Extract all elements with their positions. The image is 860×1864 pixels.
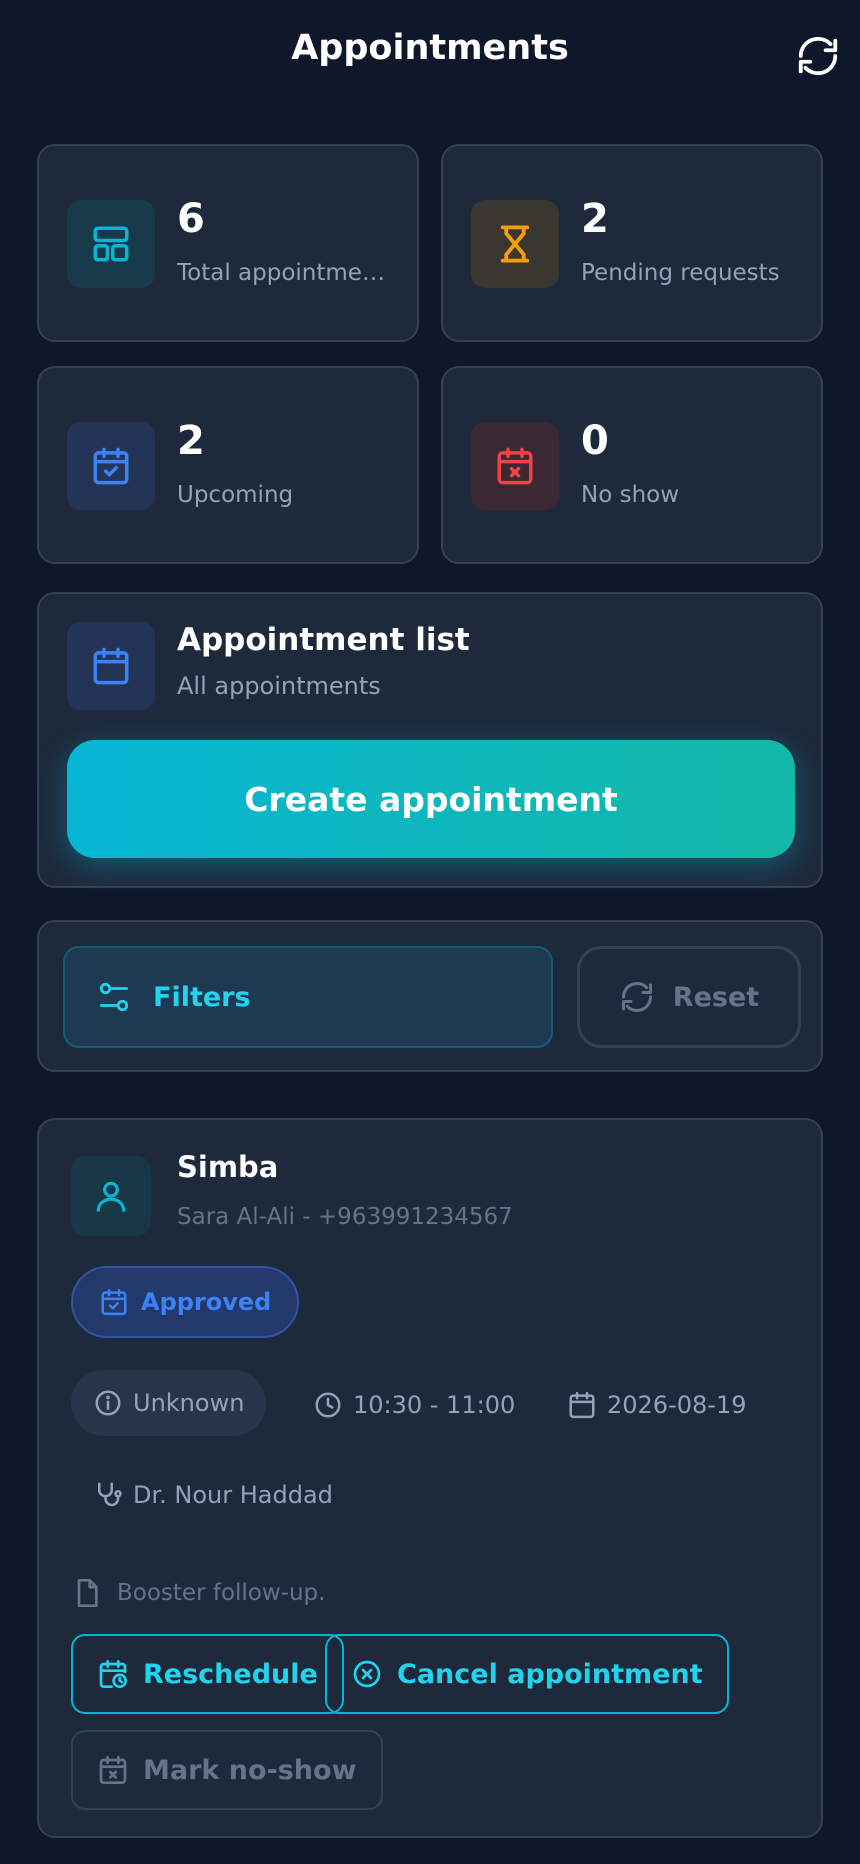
note-text: Booster follow-up. xyxy=(117,1580,326,1606)
clock-icon xyxy=(315,1392,341,1418)
refresh-button[interactable] xyxy=(790,28,846,84)
reset-button[interactable]: Reset xyxy=(577,946,801,1048)
reschedule-button[interactable]: Reschedule xyxy=(71,1634,344,1714)
page-title: Appointments xyxy=(291,28,569,68)
pending-requests-label: Pending requests xyxy=(581,260,780,286)
pending-requests-value: 2 xyxy=(581,196,609,242)
sliders-icon xyxy=(99,982,129,1012)
create-appointment-button[interactable]: Create appointment xyxy=(67,740,795,858)
calendar-check-icon xyxy=(101,1288,127,1316)
app-header: Appointments xyxy=(0,0,860,100)
reset-label: Reset xyxy=(672,981,760,1013)
cancel-appointment-label: Cancel appointment xyxy=(397,1658,703,1690)
status-badge: Approved xyxy=(71,1266,300,1338)
doctor-name: Dr. Nour Haddad xyxy=(133,1481,333,1509)
appointment-note: Booster follow-up. xyxy=(71,1568,325,1618)
refresh-icon xyxy=(621,982,652,1012)
circle-x-icon xyxy=(353,1660,381,1688)
calendar-check-icon xyxy=(67,422,155,510)
stat-card-total: 6 Total appointments xyxy=(37,144,419,342)
hourglass-icon xyxy=(471,200,559,288)
status-label: Approved xyxy=(141,1288,272,1316)
total-appointments-value: 6 xyxy=(177,196,205,242)
appointment-list-subtitle: All appointments xyxy=(177,672,381,700)
appointment-type-chip: Unknown xyxy=(71,1370,267,1436)
filters-button[interactable]: Filters xyxy=(63,946,553,1048)
calendar-x-icon xyxy=(471,422,559,510)
stat-card-upcoming: 2 Upcoming xyxy=(37,366,419,564)
file-icon xyxy=(77,1579,98,1607)
refresh-icon xyxy=(798,36,838,76)
doctor-chip: Dr. Nour Haddad xyxy=(93,1462,333,1528)
calendar-icon xyxy=(67,622,155,710)
reschedule-label: Reschedule xyxy=(143,1658,318,1690)
mark-no-show-button[interactable]: Mark no-show xyxy=(71,1730,383,1810)
pet-name: Simba xyxy=(177,1150,279,1184)
cancel-appointment-button[interactable]: Cancel appointment xyxy=(325,1634,729,1714)
calendar-clock-icon xyxy=(99,1660,127,1688)
info-icon xyxy=(95,1390,121,1416)
appointment-time: 10:30 - 11:00 xyxy=(353,1391,516,1419)
filters-label: Filters xyxy=(153,981,251,1013)
date-chip: 2026-08-19 xyxy=(567,1372,746,1438)
upcoming-value: 2 xyxy=(177,418,205,464)
stat-card-pending: 2 Pending requests xyxy=(441,144,823,342)
appointment-type: Unknown xyxy=(133,1389,245,1417)
mark-no-show-label: Mark no-show xyxy=(143,1754,357,1786)
appointment-date: 2026-08-19 xyxy=(607,1391,747,1419)
calendar-x-icon xyxy=(99,1756,127,1784)
avatar xyxy=(71,1156,151,1236)
user-icon xyxy=(96,1181,126,1212)
upcoming-label: Upcoming xyxy=(177,482,294,508)
filters-card: Filters Reset xyxy=(37,920,823,1072)
dashboard-icon xyxy=(67,200,155,288)
time-chip: 10:30 - 11:00 xyxy=(313,1372,515,1438)
appointment-list-card: Appointment list All appointments Create… xyxy=(37,592,823,888)
total-appointments-label: Total appointments xyxy=(177,260,387,286)
stat-card-no-show: 0 No show xyxy=(441,366,823,564)
stethoscope-icon xyxy=(98,1482,122,1507)
owner-contact: Sara Al-Ali - +963991234567 xyxy=(177,1204,513,1230)
no-show-value: 0 xyxy=(581,418,609,464)
appointment-card[interactable]: Simba Sara Al-Ali - +963991234567 Approv… xyxy=(37,1118,823,1838)
appointment-list-title: Appointment list xyxy=(177,622,470,658)
no-show-label: No show xyxy=(581,482,680,508)
calendar-icon xyxy=(569,1391,595,1419)
